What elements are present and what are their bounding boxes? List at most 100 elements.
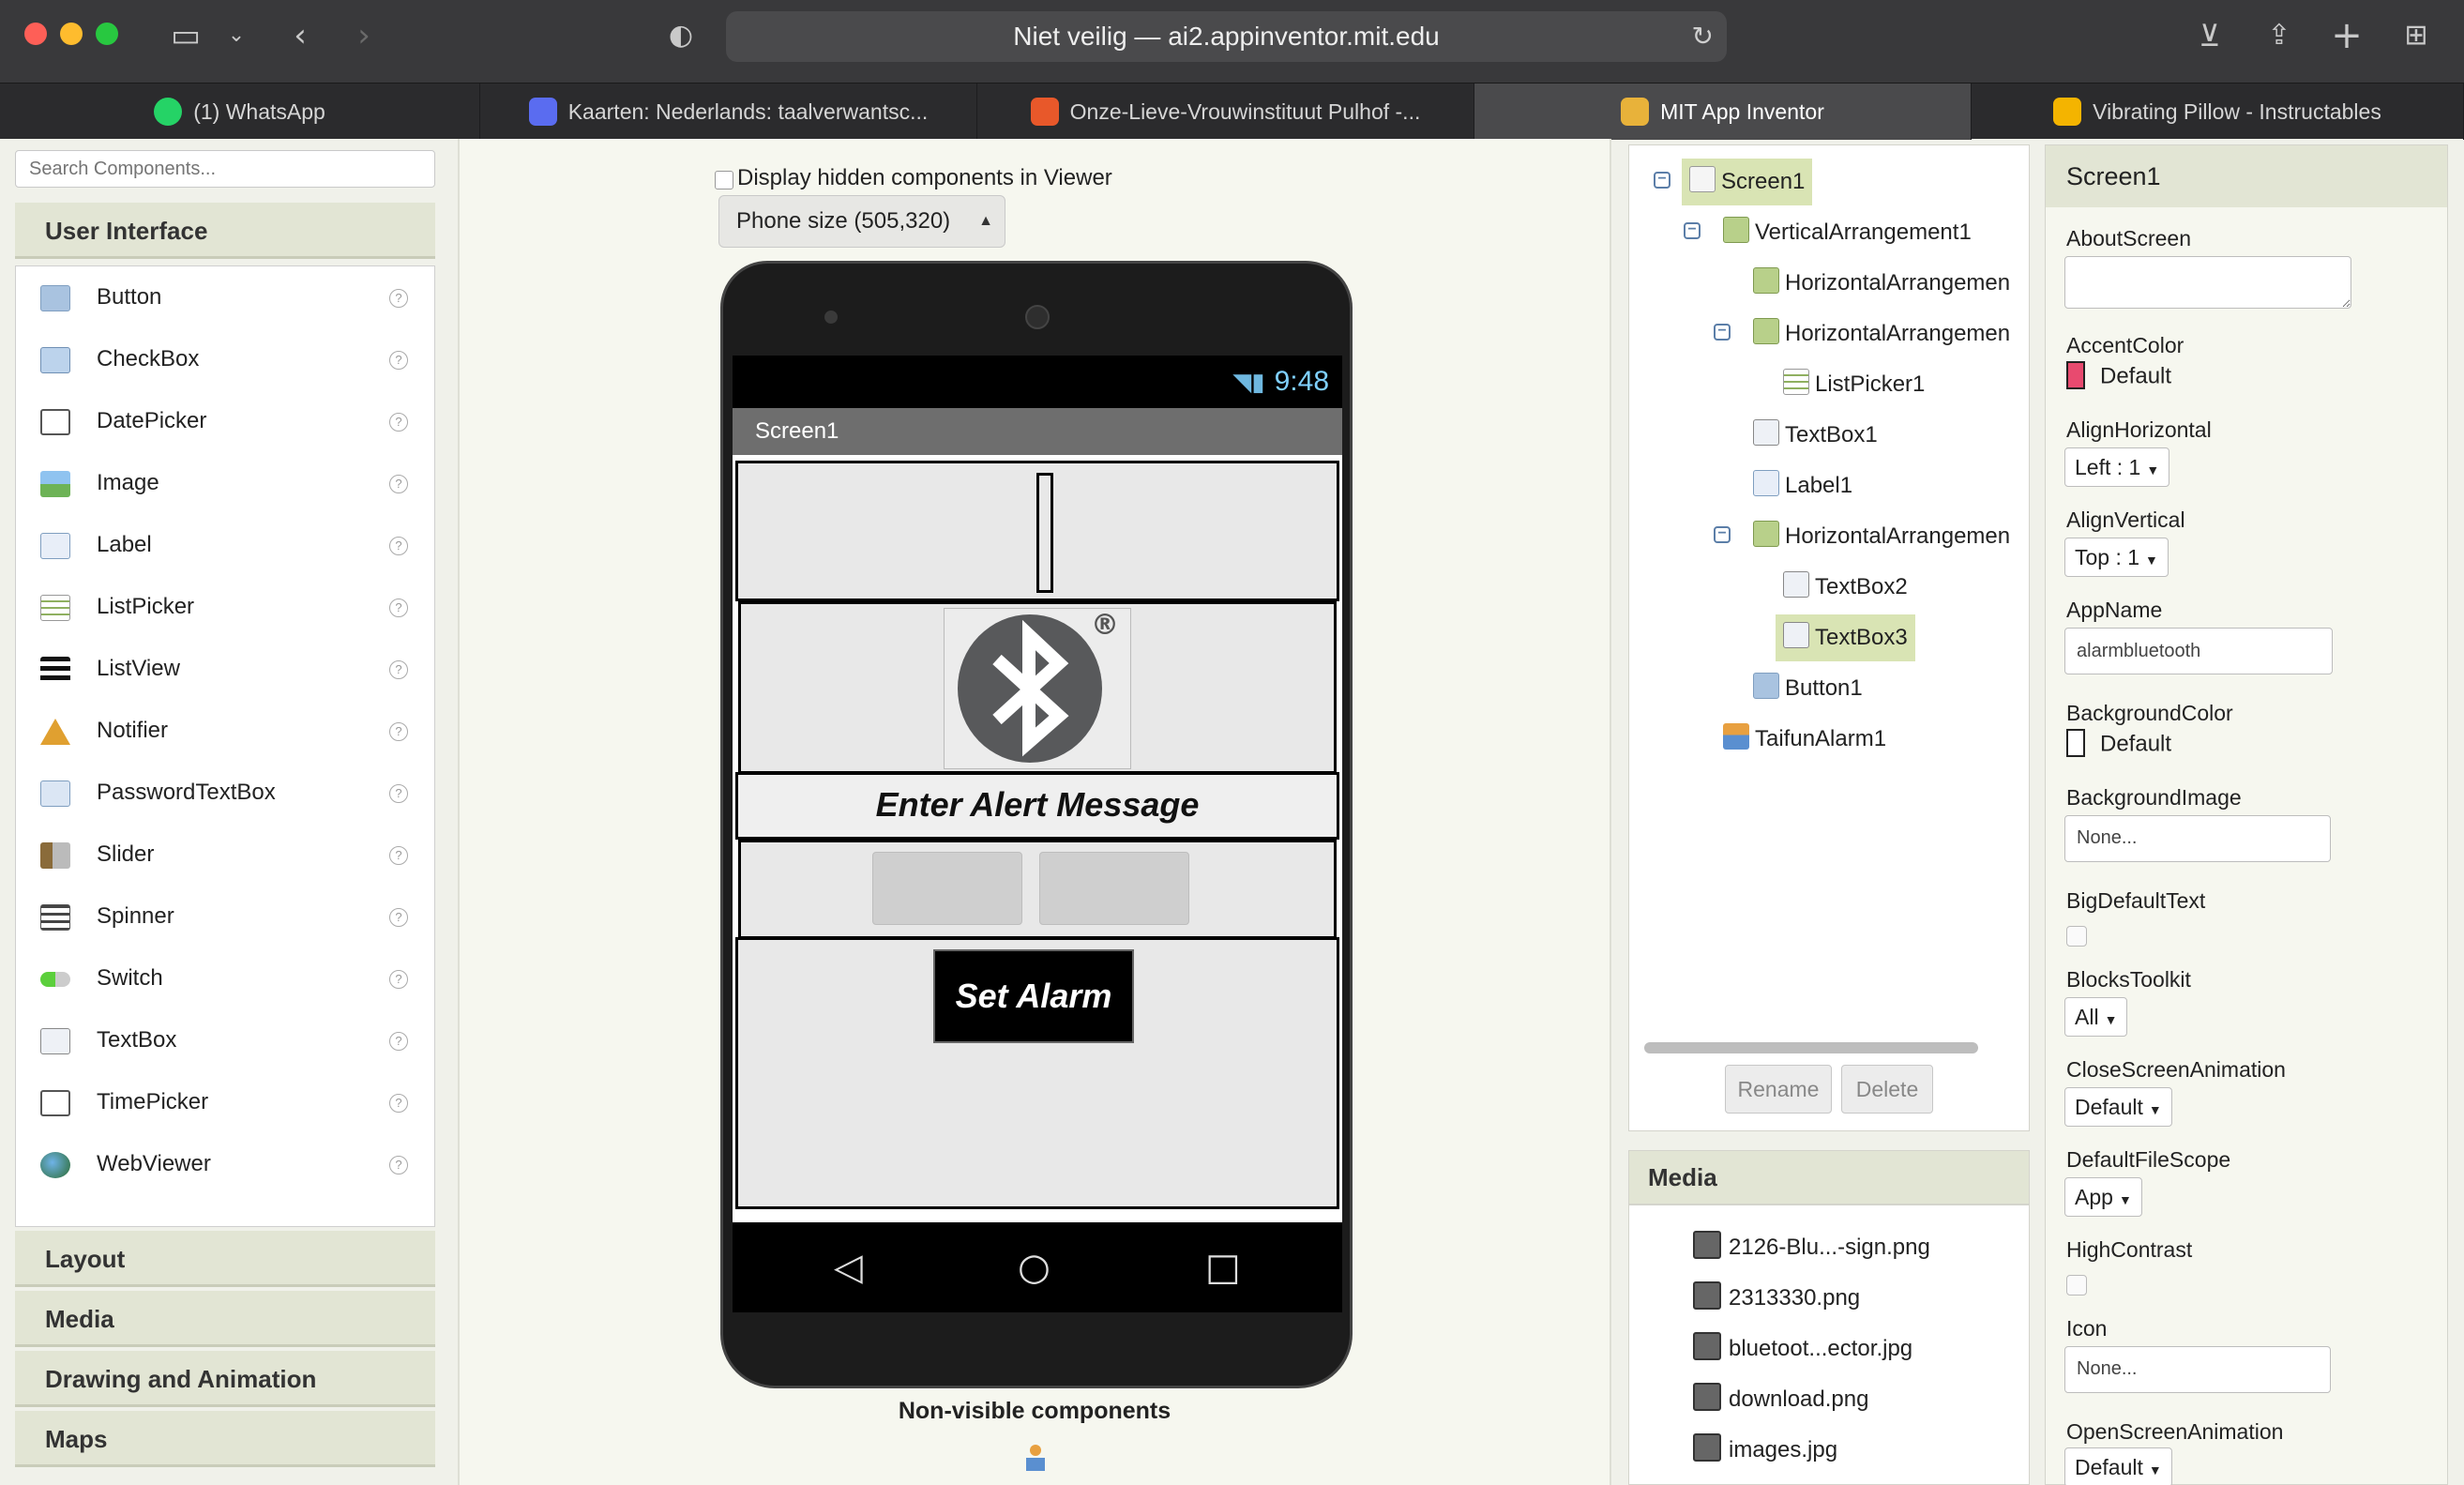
about-screen-textarea[interactable]	[2064, 256, 2351, 309]
tree-node-horizontalarrangement1[interactable]: HorizontalArrangemen	[1753, 260, 2010, 307]
palette-item-label[interactable]: Label?	[16, 514, 434, 576]
palette-item-checkbox[interactable]: CheckBox?	[16, 328, 434, 390]
textbox-2[interactable]	[872, 852, 1022, 925]
category-layout[interactable]: Layout	[15, 1231, 435, 1287]
tree-node-textbox2[interactable]: TextBox2	[1783, 564, 1908, 611]
high-contrast-checkbox[interactable]	[2066, 1275, 2087, 1296]
horizontal-scrollbar[interactable]	[1644, 1042, 1978, 1053]
zoom-window-button[interactable]	[96, 23, 118, 45]
bluetooth-image[interactable]: ®	[944, 608, 1131, 769]
chevron-down-icon[interactable]: ⌄	[214, 13, 259, 58]
home-circle-icon[interactable]: ○	[1018, 1222, 1051, 1312]
help-icon[interactable]: ?	[389, 1032, 408, 1051]
tree-node-button1[interactable]: Button1	[1753, 665, 1863, 712]
download-icon[interactable]: ⊻	[2187, 13, 2232, 58]
help-icon[interactable]: ?	[389, 846, 408, 865]
shield-icon[interactable]: ◐	[658, 13, 703, 58]
collapse-toggle[interactable]: −	[1654, 172, 1670, 189]
delete-button[interactable]: Delete	[1841, 1065, 1933, 1114]
blocks-toolkit-dropdown[interactable]: All ▼	[2064, 997, 2128, 1037]
forward-icon[interactable]: ›	[341, 13, 386, 58]
help-icon[interactable]: ?	[389, 722, 408, 741]
tree-node-textbox3[interactable]: TextBox3	[1776, 614, 1915, 661]
category-media[interactable]: Media	[15, 1291, 435, 1347]
category-drawing-animation[interactable]: Drawing and Animation	[15, 1351, 435, 1407]
accent-color-picker[interactable]: Default	[2066, 361, 2171, 391]
help-icon[interactable]: ?	[389, 908, 408, 927]
close-window-button[interactable]	[24, 23, 47, 45]
search-components-input[interactable]	[15, 150, 435, 188]
tab-whatsapp[interactable]: (1) WhatsApp	[0, 83, 480, 140]
palette-item-listview[interactable]: ListView?	[16, 638, 434, 700]
share-icon[interactable]: ⇪	[2257, 13, 2302, 58]
minimize-window-button[interactable]	[60, 23, 83, 45]
collapse-toggle[interactable]: −	[1684, 222, 1701, 239]
sidebar-icon[interactable]: ▭	[163, 13, 208, 58]
palette-item-timepicker[interactable]: TimePicker?	[16, 1071, 434, 1133]
align-horizontal-dropdown[interactable]: Left : 1 ▼	[2064, 447, 2170, 487]
media-file[interactable]: images.jpg	[1693, 1427, 1837, 1474]
new-tab-icon[interactable]: +	[2324, 13, 2369, 58]
palette-item-webviewer[interactable]: WebViewer?	[16, 1133, 434, 1195]
horizontal-arrangement-2[interactable]: ®	[738, 601, 1337, 774]
tab-app-inventor[interactable]: MIT App Inventor	[1474, 83, 1972, 140]
open-screen-animation-dropdown[interactable]: Default ▼	[2064, 1447, 2172, 1485]
tab-overview-icon[interactable]: ⊞	[2394, 13, 2439, 58]
palette-item-slider[interactable]: Slider?	[16, 824, 434, 886]
align-vertical-dropdown[interactable]: Top : 1 ▼	[2064, 538, 2169, 577]
tab-instructables[interactable]: Vibrating Pillow - Instructables	[1972, 83, 2464, 140]
tab-school[interactable]: Onze-Lieve-Vrouwinstituut Pulhof -...	[977, 83, 1474, 140]
palette-item-switch[interactable]: Switch?	[16, 947, 434, 1009]
palette-item-spinner[interactable]: Spinner?	[16, 886, 434, 947]
palette-item-textbox[interactable]: TextBox?	[16, 1009, 434, 1071]
palette-item-notifier[interactable]: Notifier?	[16, 700, 434, 762]
horizontal-arrangement-1[interactable]	[735, 461, 1339, 601]
help-icon[interactable]: ?	[389, 599, 408, 617]
help-icon[interactable]: ?	[389, 289, 408, 308]
listpicker-1[interactable]	[1036, 473, 1053, 593]
rename-button[interactable]: Rename	[1725, 1065, 1832, 1114]
back-triangle-icon[interactable]: ◁	[834, 1222, 863, 1312]
help-icon[interactable]: ?	[389, 413, 408, 432]
tree-node-textbox1[interactable]: TextBox1	[1753, 412, 1878, 459]
horizontal-arrangement-3[interactable]	[738, 840, 1337, 939]
media-file[interactable]: 2126-Blu...-sign.png	[1693, 1224, 1930, 1271]
big-default-text-checkbox[interactable]	[2066, 926, 2087, 947]
background-color-picker[interactable]: Default	[2066, 729, 2171, 759]
tree-node-verticalarrangement1[interactable]: VerticalArrangement1	[1723, 209, 1972, 256]
palette-item-button[interactable]: Button?	[16, 266, 434, 328]
category-maps[interactable]: Maps	[15, 1411, 435, 1467]
tree-node-horizontalarrangement2[interactable]: HorizontalArrangemen	[1753, 311, 2010, 357]
icon-picker[interactable]: None...	[2064, 1346, 2331, 1393]
address-bar[interactable]: Niet veilig — ai2.appinventor.mit.edu ↻	[726, 11, 1727, 62]
textbox-3[interactable]	[1039, 852, 1189, 925]
set-alarm-button[interactable]: Set Alarm	[933, 949, 1134, 1043]
background-image-picker[interactable]: None...	[2064, 815, 2331, 862]
help-icon[interactable]: ?	[389, 537, 408, 555]
label-1[interactable]: Enter Alert Message	[735, 772, 1339, 840]
help-icon[interactable]: ?	[389, 475, 408, 493]
help-icon[interactable]: ?	[389, 970, 408, 989]
tree-node-label1[interactable]: Label1	[1753, 462, 1852, 509]
help-icon[interactable]: ?	[389, 1094, 408, 1113]
reload-icon[interactable]: ↻	[1692, 11, 1714, 62]
alarm-extension-icon[interactable]	[1020, 1443, 1051, 1473]
media-file[interactable]: 2313330.png	[1693, 1275, 1860, 1322]
tree-node-screen1[interactable]: Screen1	[1682, 159, 1813, 205]
tree-node-taifunalarm1[interactable]: TaifunAlarm1	[1723, 716, 1886, 763]
collapse-toggle[interactable]: −	[1714, 526, 1731, 543]
default-file-scope-dropdown[interactable]: App ▼	[2064, 1177, 2142, 1217]
app-name-input[interactable]	[2064, 628, 2333, 674]
help-icon[interactable]: ?	[389, 351, 408, 370]
palette-item-image[interactable]: Image?	[16, 452, 434, 514]
collapse-toggle[interactable]: −	[1714, 324, 1731, 341]
media-file[interactable]: bluetoot...ector.jpg	[1693, 1326, 1912, 1372]
palette-item-datepicker[interactable]: DatePicker?	[16, 390, 434, 452]
back-icon[interactable]: ‹	[278, 13, 323, 58]
media-file[interactable]: download.png	[1693, 1376, 1868, 1423]
tab-kaarten[interactable]: Kaarten: Nederlands: taalverwantsc...	[480, 83, 977, 140]
phone-size-select[interactable]: Phone size (505,320) ▲	[718, 195, 1005, 248]
palette-item-listpicker[interactable]: ListPicker?	[16, 576, 434, 638]
tree-node-horizontalarrangement3[interactable]: HorizontalArrangemen	[1753, 513, 2010, 560]
help-icon[interactable]: ?	[389, 660, 408, 679]
